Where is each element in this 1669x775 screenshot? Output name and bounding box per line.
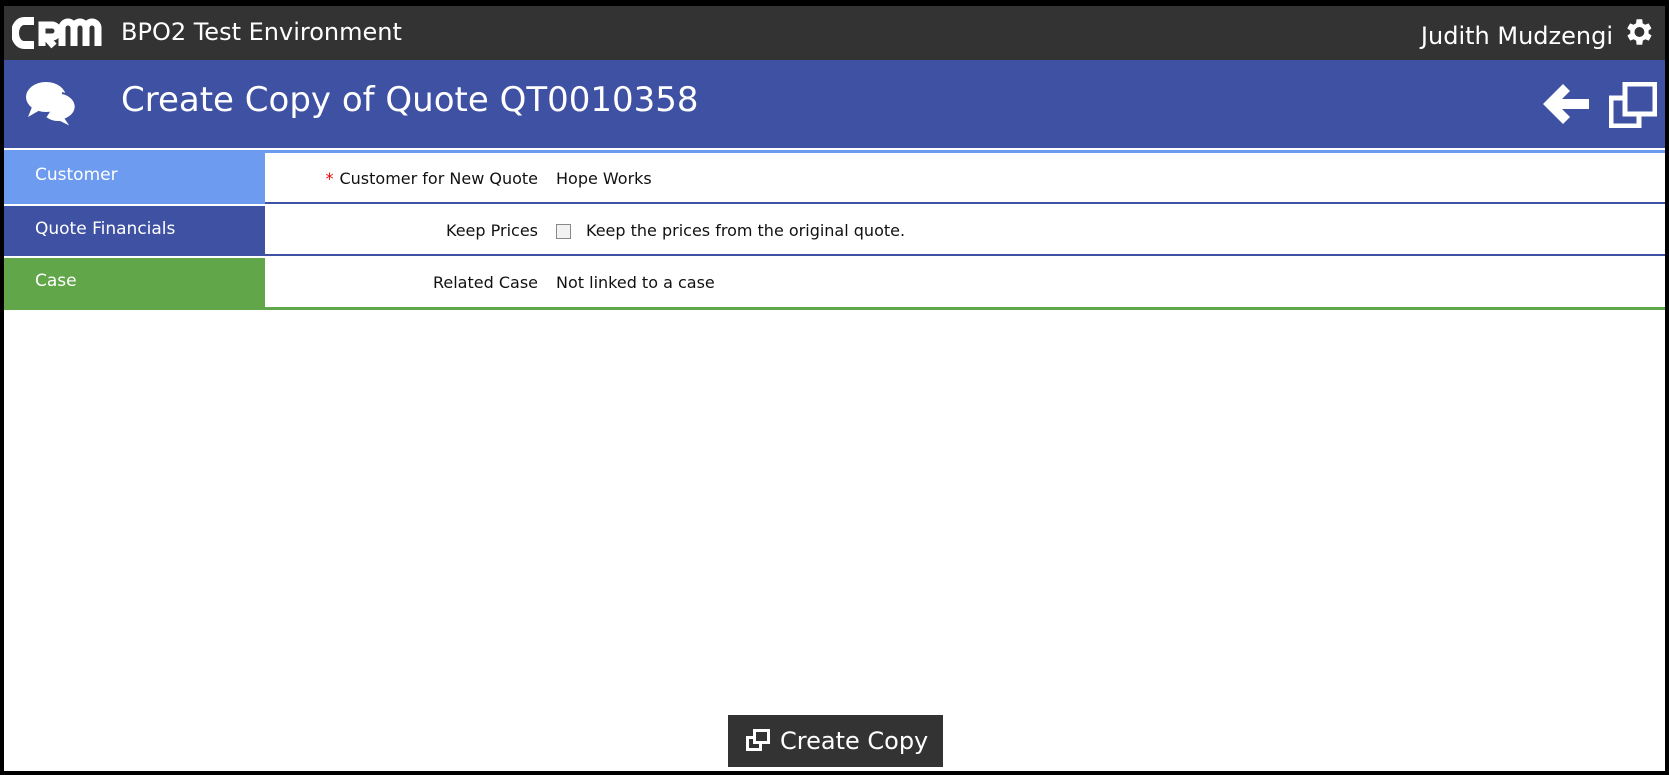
section-quote-financials: Quote Financials Keep Prices Keep the pr… xyxy=(4,204,1665,256)
sidebar-item-case[interactable]: Case xyxy=(4,256,265,310)
app-window: BPO2 Test Environment Judith Mudzengi Cr… xyxy=(4,6,1665,771)
environment-name: BPO2 Test Environment xyxy=(121,18,402,46)
back-arrow-icon[interactable] xyxy=(1543,84,1589,124)
keep-prices-description: Keep the prices from the original quote. xyxy=(586,221,906,240)
chat-bubbles-icon xyxy=(26,82,77,129)
customer-value[interactable]: Hope Works xyxy=(556,169,652,188)
customer-field-label: * Customer for New Quote xyxy=(325,169,538,188)
gear-icon[interactable] xyxy=(1621,15,1655,49)
copy-icon[interactable] xyxy=(1609,82,1657,128)
related-case-label: Related Case xyxy=(432,273,538,292)
crm-logo xyxy=(12,17,102,49)
section-case: Case Related Case Not linked to a case xyxy=(4,256,1665,310)
title-bar: Create Copy of Quote QT0010358 xyxy=(4,60,1665,148)
customer-label-text: Customer for New Quote xyxy=(339,169,538,188)
section-customer: Customer * Customer for New Quote Hope Wo… xyxy=(4,152,1665,204)
user-name[interactable]: Judith Mudzengi xyxy=(1421,22,1613,50)
create-copy-label: Create Copy xyxy=(780,727,929,755)
keep-prices-label: Keep Prices xyxy=(446,221,538,240)
row-divider xyxy=(265,307,1665,310)
page-title: Create Copy of Quote QT0010358 xyxy=(121,80,699,120)
sidebar-item-quote-financials[interactable]: Quote Financials xyxy=(4,204,265,256)
keep-prices-checkbox[interactable] xyxy=(556,224,571,239)
create-copy-button[interactable]: Create Copy xyxy=(728,715,943,767)
required-marker: * xyxy=(325,169,334,188)
related-case-value: Not linked to a case xyxy=(556,273,715,292)
top-bar: BPO2 Test Environment Judith Mudzengi xyxy=(4,6,1665,60)
sidebar-item-customer[interactable]: Customer xyxy=(4,152,265,204)
copy-icon xyxy=(746,729,770,751)
